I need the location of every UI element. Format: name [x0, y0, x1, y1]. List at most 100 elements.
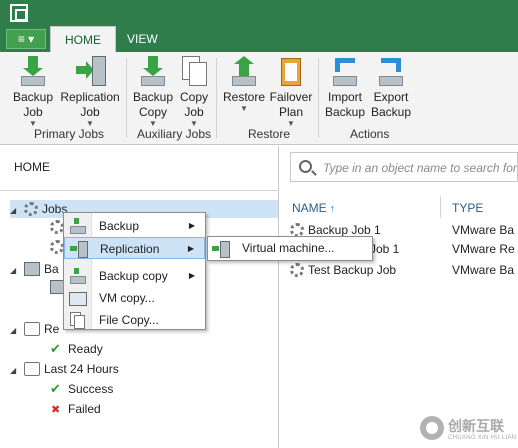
group-label-restore: Restore — [248, 127, 291, 141]
submenu-arrow-icon: ▶ — [188, 221, 195, 230]
backup-copy-icon — [69, 268, 86, 284]
group-label-auxiliary-jobs: Auxiliary Jobs — [137, 127, 212, 141]
group-label-actions: Actions — [350, 127, 390, 141]
group-label-primary-jobs: Primary Jobs — [34, 127, 105, 141]
group-divider — [216, 58, 217, 138]
search-icon[interactable] — [299, 160, 312, 173]
menu-item-backup[interactable]: Backup ▶ — [64, 215, 205, 237]
main-menu-button[interactable]: ≡ ▾ — [6, 29, 46, 49]
tree-item-replicas[interactable]: ◢ Re — [10, 320, 59, 338]
failover-plan-label-2: Plan — [278, 105, 304, 119]
gear-icon — [24, 202, 38, 216]
menu-item-label: Backup — [99, 219, 140, 233]
tree-label-failed: Failed — [68, 402, 101, 416]
sort-ascending-icon: ↑ — [329, 203, 336, 215]
column-header-type[interactable]: TYPE — [452, 201, 483, 215]
replication-job-label: Replication — [60, 90, 120, 104]
tree-label-last-24-hours: Last 24 Hours — [44, 362, 119, 376]
menu-item-label: Replication — [100, 242, 160, 256]
group-divider — [318, 58, 319, 138]
import-backup-button[interactable]: Import Backup — [322, 56, 368, 120]
backup-icon — [69, 218, 86, 234]
vm-copy-icon — [69, 290, 87, 306]
backup-job-button[interactable]: Backup Job ▼ — [10, 56, 56, 128]
file-copy-icon — [69, 312, 85, 329]
row-name: Backup Job 1 — [308, 223, 381, 237]
row-type: VMware Ba — [452, 263, 515, 277]
menu-item-label: File Copy... — [99, 313, 159, 327]
column-divider[interactable] — [440, 196, 441, 218]
tree-label-replicas: Re — [44, 322, 60, 336]
search-box[interactable]: Type in an object name to search for — [290, 152, 518, 182]
tree-item-ready[interactable]: Ready — [48, 340, 103, 358]
menu-item-backup-copy[interactable]: Backup copy ▶ — [64, 265, 205, 287]
replication-job-button[interactable]: Replication Job ▼ — [58, 56, 122, 128]
backup-copy-icon — [139, 56, 167, 86]
import-backup-label-2: Backup — [324, 105, 366, 119]
replication-job-label-2: Job — [80, 105, 100, 119]
group-divider — [126, 58, 127, 138]
gear-icon — [50, 220, 64, 234]
collapse-arrow-icon[interactable]: ◢ — [10, 202, 24, 220]
tree-item-last-24-hours[interactable]: ◢ Last 24 Hours — [10, 360, 119, 378]
menu-item-vm-copy[interactable]: VM copy... — [64, 287, 205, 309]
replication-submenu: Virtual machine... — [207, 236, 373, 261]
column-header-name[interactable]: NAME ↑ — [292, 201, 335, 215]
watermark-logo-icon — [420, 416, 444, 440]
tree-label-backups: Ba — [44, 262, 59, 276]
failover-plan-button[interactable]: Failover Plan ▼ — [268, 56, 314, 128]
export-backup-icon — [377, 56, 405, 86]
menu-item-virtual-machine[interactable]: Virtual machine... — [242, 237, 335, 260]
gear-icon — [290, 223, 304, 237]
backup-job-label-2: Job — [23, 105, 43, 119]
table-row[interactable]: Backup Job 1 — [290, 223, 381, 237]
submenu-arrow-icon: ▶ — [188, 271, 195, 280]
row-type: VMware Re — [452, 242, 515, 256]
watermark-text: 创新互联 — [448, 418, 504, 434]
backup-copy-label: Backup — [132, 90, 174, 104]
app-logo-icon — [10, 4, 28, 22]
export-backup-button[interactable]: Export Backup — [370, 56, 412, 120]
collapse-arrow-icon[interactable]: ◢ — [10, 262, 24, 280]
row-name: Test Backup Job — [308, 263, 397, 277]
menu-item-file-copy[interactable]: File Copy... — [64, 309, 205, 331]
export-backup-label-2: Backup — [370, 105, 412, 119]
tree-item-failed[interactable]: Failed — [48, 400, 101, 419]
collapse-arrow-icon[interactable]: ◢ — [10, 322, 24, 340]
copy-job-label: Copy — [179, 90, 208, 104]
restore-button[interactable]: Restore ▼ — [222, 56, 266, 113]
collapse-arrow-icon[interactable]: ◢ — [10, 362, 24, 380]
ribbon-tab-strip: ≡ ▾ HOME VIEW — [0, 26, 518, 52]
context-menu: Backup ▶ Replication ▶ Backup copy ▶ VM … — [63, 212, 206, 330]
tree-item-success[interactable]: Success — [48, 380, 113, 398]
tree-item-backups[interactable]: ◢ Ba — [10, 260, 59, 278]
restore-label: Restore — [222, 90, 266, 104]
backup-storage-icon — [24, 262, 40, 276]
chevron-down-icon: ▼ — [240, 104, 248, 113]
restore-icon — [230, 56, 258, 86]
backup-copy-label-2: Copy — [138, 105, 167, 119]
watermark: 创新互联 CHUANG XIN HU LIAN — [420, 414, 516, 446]
backup-copy-button[interactable]: Backup Copy ▼ — [130, 56, 176, 128]
failover-plan-icon — [277, 56, 305, 86]
import-backup-label: Import — [327, 90, 362, 104]
row-name[interactable]: Job 1 — [370, 242, 399, 256]
tab-home[interactable]: HOME — [50, 26, 116, 52]
menu-item-replication[interactable]: Replication ▶ — [64, 237, 205, 259]
copy-job-button[interactable]: Copy Job ▼ — [176, 56, 212, 128]
menu-item-label: VM copy... — [99, 291, 155, 305]
backup-job-icon — [19, 56, 47, 86]
row-type: VMware Ba — [452, 223, 515, 237]
replication-icon — [70, 241, 88, 258]
check-icon — [48, 380, 64, 398]
check-icon — [48, 340, 64, 358]
import-backup-icon — [331, 56, 359, 86]
replication-icon — [212, 241, 230, 258]
table-row[interactable]: Test Backup Job — [290, 263, 396, 277]
watermark-subtext: CHUANG XIN HU LIAN — [448, 435, 517, 441]
search-placeholder: Type in an object name to search for — [323, 161, 517, 175]
divider — [0, 190, 279, 191]
copy-job-icon — [180, 56, 208, 86]
gear-icon — [290, 263, 304, 277]
tab-view[interactable]: VIEW — [113, 26, 172, 52]
